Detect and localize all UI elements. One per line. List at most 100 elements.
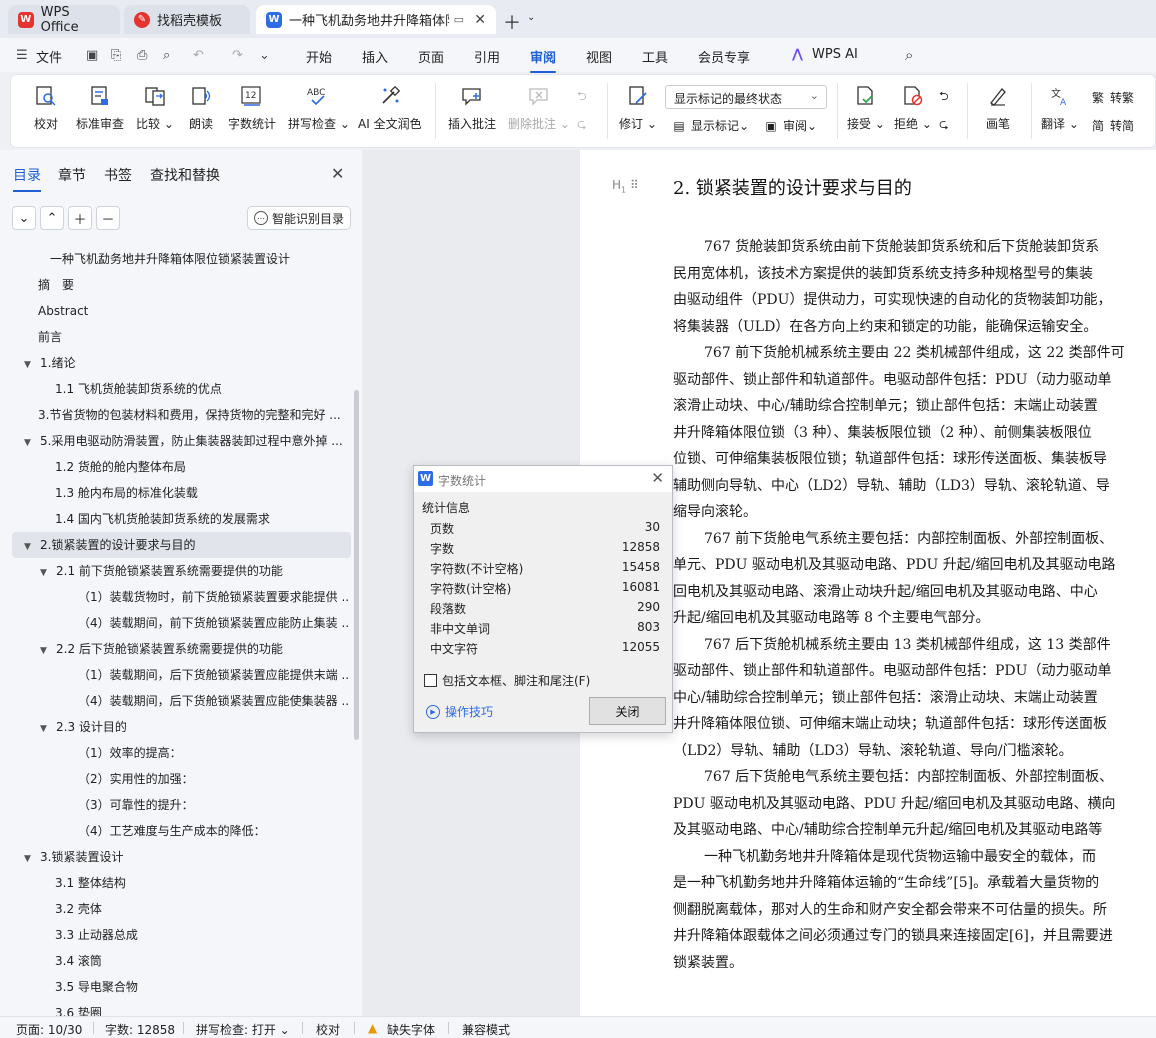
toc-item[interactable]: ▼ 2.2 后下货舱锁紧装置系统需要提供的功能 (40, 636, 350, 662)
menu-home[interactable]: 开始 (306, 47, 332, 66)
next-change-icon[interactable]: ⮎ (939, 115, 949, 136)
tips-link[interactable]: ▶ 操作技巧 (426, 703, 493, 720)
toc-item[interactable]: 1.1 飞机货舱装卸货系统的优点 (55, 376, 350, 402)
menu-file[interactable]: 文件 (36, 47, 62, 66)
translate-button[interactable]: 文A 翻译 ⌄ (1041, 83, 1079, 132)
menu-member[interactable]: 会员专享 (698, 47, 750, 66)
spell-check-indicator[interactable]: 拼写检查: 打开 ⌄ (196, 1021, 290, 1038)
nav-tab-bookmarks[interactable]: 书签 (104, 165, 132, 185)
nav-tab-toc[interactable]: 目录 (13, 165, 41, 192)
pen-button[interactable]: 画笔 (985, 83, 1011, 132)
toc-item[interactable]: （4）工艺难度与生产成本的降低： (78, 818, 350, 844)
standard-review-button[interactable]: 标准审查 (76, 83, 124, 132)
missing-font-indicator[interactable]: 缺失字体 (387, 1021, 435, 1038)
word-count-indicator[interactable]: 字数: 12858 (105, 1021, 175, 1038)
menu-view[interactable]: 视图 (586, 47, 612, 66)
toc-item[interactable]: 3.节省货物的包装材料和费用，保持货物的完整和完好 ... (38, 402, 350, 428)
toc-item[interactable]: （4）装载期间，后下货舱锁紧装置应能使集装器 ... (78, 688, 350, 714)
delete-comment-button[interactable]: 删除批注 ⌄ (508, 83, 570, 132)
toc-item[interactable]: （2）实用性的加强： (78, 766, 350, 792)
toc-item[interactable]: ▼ 5.采用电驱动防滑装置，防止集装器装卸过程中意外掉 ... (24, 428, 350, 454)
new-tab-icon[interactable]: ＋ (503, 9, 521, 35)
nav-tab-find-replace[interactable]: 查找和替换 (150, 165, 220, 185)
reject-button[interactable]: 拒绝 ⌄ (894, 83, 932, 132)
redo-icon[interactable]: ↷ (232, 48, 243, 63)
toc-item[interactable]: ▼ 2.1 前下货舱锁紧装置系统需要提供的功能 (40, 558, 350, 584)
chevron-down-icon[interactable]: ⌄ (527, 12, 535, 23)
review-pane-button[interactable]: ▣ 审阅 ⌄ (763, 117, 817, 134)
toc-item[interactable]: 一种飞机勐务地井升降箱体限位锁紧装置设计 (50, 246, 350, 272)
toc-item[interactable]: ▼ 2.锁紧装置的设计要求与目的 (12, 532, 351, 558)
word-count-button[interactable]: 12 字数统计 (228, 83, 276, 132)
tab-document[interactable]: W 一种飞机勐务地井升降箱体限 ▭ ✕ (256, 5, 496, 34)
scrollbar[interactable] (354, 390, 359, 740)
menu-tools[interactable]: 工具 (642, 47, 668, 66)
toc-item[interactable]: 1.2 货舱的舱内整体布局 (55, 454, 350, 480)
search-icon[interactable]: ⌕ (905, 46, 913, 64)
menu-insert[interactable]: 插入 (362, 47, 388, 66)
markup-display-select[interactable]: 显示标记的最终状态 ⌄ (665, 85, 827, 109)
previous-comment-icon[interactable]: ⮌ (577, 87, 587, 108)
toc-item[interactable]: （1）装载期间，后下货舱锁紧装置应能提供末端 ... (78, 662, 350, 688)
toc-item[interactable]: （1）效率的提高： (78, 740, 350, 766)
save-icon[interactable]: ▣ (86, 48, 98, 63)
proofread-indicator[interactable]: 校对 (316, 1021, 340, 1038)
expand-arrow-icon[interactable]: ▼ (40, 716, 52, 740)
expand-arrow-icon[interactable]: ▼ (24, 430, 36, 454)
toc-item[interactable]: ▼ 3.锁紧装置设计 (24, 844, 350, 870)
hamburger-icon[interactable]: ☰ (16, 48, 28, 63)
menu-page[interactable]: 页面 (418, 47, 444, 66)
close-icon[interactable]: ✕ (331, 164, 344, 183)
next-comment-icon[interactable]: ⮎ (577, 115, 587, 136)
to-traditional-button[interactable]: 繁 转繁 (1090, 89, 1134, 106)
toc-item[interactable]: （1）装载货物时，前下货舱锁紧装置要求能提供 ... (78, 584, 350, 610)
toc-item[interactable]: 1.4 国内飞机货舱装卸货系统的发展需求 (55, 506, 350, 532)
expand-arrow-icon[interactable]: ▼ (40, 560, 52, 584)
tab-docer[interactable]: ✎ 找稻壳模板 (124, 5, 250, 34)
close-icon[interactable]: ✕ (651, 469, 664, 487)
toc-item[interactable]: （3）可靠性的提升： (78, 792, 350, 818)
heading-marker-icon[interactable]: H1 ⠿ (612, 178, 639, 194)
monitor-icon[interactable]: ▭ (454, 13, 464, 26)
print-icon[interactable]: ⎙ (137, 48, 147, 63)
expand-arrow-icon[interactable]: ▼ (24, 846, 36, 870)
toc-item[interactable]: 前言 (38, 324, 350, 350)
menu-review[interactable]: 审阅 (530, 47, 557, 73)
remove-heading-button[interactable]: － (96, 206, 120, 230)
accept-button[interactable]: 接受 ⌄ (847, 83, 885, 132)
expand-arrow-icon[interactable]: ▼ (24, 352, 36, 376)
toc-item[interactable]: 3.3 止动器总成 (55, 922, 350, 948)
toc-item[interactable]: ▼ 1.绪论 (24, 350, 350, 376)
revise-button[interactable]: 修订 ⌄ (619, 83, 657, 132)
spell-check-button[interactable]: ABC 拼写检查 ⌄ (288, 83, 350, 132)
expand-arrow-icon[interactable]: ▼ (24, 534, 36, 558)
toc-item[interactable]: 3.5 导电聚合物 (55, 974, 350, 1000)
toc-item[interactable]: 1.3 舱内布局的标准化装载 (55, 480, 350, 506)
include-textbox-checkbox[interactable]: 包括文本框、脚注和尾注(F) (424, 672, 590, 689)
more-icon[interactable]: ⌄ (259, 48, 270, 63)
toc-item[interactable]: Abstract (38, 298, 350, 324)
toc-item[interactable]: 3.4 滚筒 (55, 948, 350, 974)
close-tab-icon[interactable]: ✕ (474, 12, 486, 28)
print-preview-icon[interactable]: ⌕ (163, 48, 170, 63)
toc-item[interactable]: 3.1 整体结构 (55, 870, 350, 896)
collapse-up-button[interactable]: ⌃ (40, 206, 64, 230)
to-simplified-button[interactable]: 简 转简 (1090, 117, 1134, 134)
compare-button[interactable]: 比较 ⌄ (136, 83, 174, 132)
menu-references[interactable]: 引用 (474, 47, 500, 66)
expand-down-button[interactable]: ⌄ (12, 206, 36, 230)
menu-wps-ai[interactable]: WPS AI (812, 47, 858, 62)
close-button[interactable]: 关闭 (589, 697, 666, 725)
undo-icon[interactable]: ↶ (193, 48, 204, 63)
proofread-button[interactable]: 校对 (33, 83, 59, 132)
nav-tab-chapters[interactable]: 章节 (58, 165, 86, 185)
insert-comment-button[interactable]: 插入批注 (448, 83, 496, 132)
toc-item[interactable]: 3.2 壳体 (55, 896, 350, 922)
previous-change-icon[interactable]: ⮌ (939, 87, 949, 108)
page-indicator[interactable]: 页面: 10/30 (16, 1021, 82, 1038)
tab-wps-office[interactable]: W WPS Office (8, 5, 120, 35)
toc-item[interactable]: 摘 要 (38, 272, 350, 298)
toc-item[interactable]: （4）装载期间，前下货舱锁紧装置应能防止集装 ... (78, 610, 350, 636)
ai-polish-button[interactable]: AI 全文润色 (358, 83, 422, 132)
export-icon[interactable]: ⎘ (111, 48, 121, 63)
